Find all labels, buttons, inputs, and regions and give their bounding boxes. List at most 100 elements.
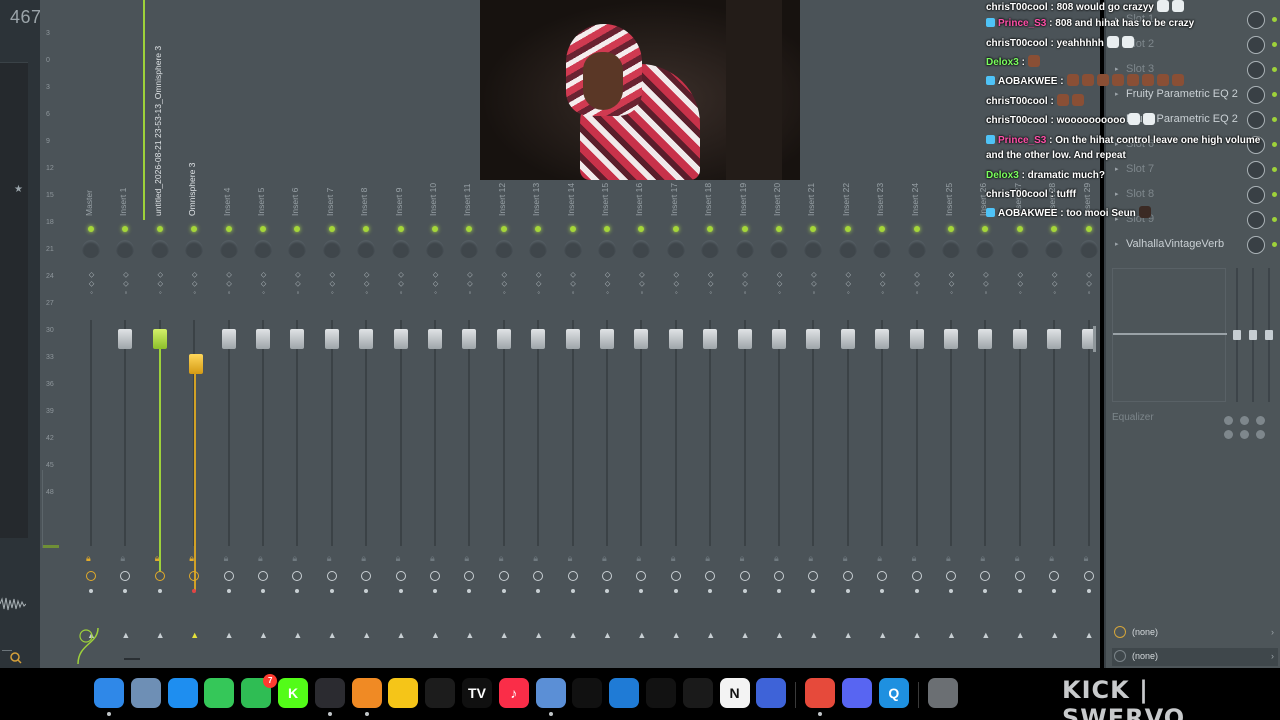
obs-icon[interactable] (314, 678, 345, 716)
pan-knob[interactable] (185, 240, 204, 258)
kick-icon[interactable]: K (278, 678, 308, 708)
stereo-separation-knob[interactable] (292, 571, 303, 581)
star-icon[interactable]: ★ (14, 184, 23, 195)
stereo-separation-knob[interactable] (120, 571, 131, 581)
lock-icon[interactable]: 🔒︎ (533, 553, 538, 564)
send-arrow-icon[interactable]: ▲ (328, 630, 337, 640)
mixer-track[interactable]: Insert 5 ⬦ ⬦ ◦ 🔒︎ ▲ (246, 0, 280, 668)
stereo-separation-knob[interactable] (154, 571, 165, 581)
stereo-icon[interactable]: ⬦ ⬦ ◦ (604, 270, 611, 302)
stereo-icon[interactable]: ⬦ ⬦ ◦ (1017, 270, 1024, 302)
track-enable-led[interactable] (156, 226, 163, 232)
pan-knob[interactable] (598, 240, 616, 258)
lock-icon[interactable]: 🔒︎ (671, 553, 676, 564)
stereo-icon[interactable]: ⬦ ⬦ ◦ (845, 270, 852, 302)
chat-username[interactable]: Delox3 (986, 57, 1019, 68)
pan-knob[interactable] (150, 240, 169, 258)
volume-fader[interactable] (359, 329, 374, 349)
vscode-icon[interactable] (609, 678, 640, 708)
stereo-icon[interactable]: ⬦ ⬦ ◦ (157, 270, 164, 302)
track-enable-led[interactable] (500, 226, 507, 232)
lock-icon[interactable]: 🔒︎ (361, 553, 366, 564)
lock-icon[interactable]: 🔒︎ (602, 553, 607, 564)
chat-username[interactable]: Delox3 (986, 170, 1019, 181)
pan-knob[interactable] (460, 240, 479, 258)
pan-knob[interactable] (804, 240, 823, 258)
chat-username[interactable]: chrisT00cool (986, 96, 1048, 107)
track-enable-led[interactable] (604, 226, 610, 232)
pan-knob[interactable] (735, 240, 754, 258)
stereo-icon[interactable]: ⬦ ⬦ ◦ (363, 270, 370, 302)
send-arrow-icon[interactable]: ▲ (913, 630, 922, 640)
mixer-track[interactable]: Insert 1 ⬦ ⬦ ◦ 🔒︎ ▲ (108, 0, 142, 668)
lock-icon[interactable]: 🔒︎ (705, 553, 710, 564)
volume-fader[interactable] (909, 329, 924, 349)
stereo-icon[interactable]: ⬦ ⬦ ◦ (570, 270, 577, 302)
finder-icon[interactable] (94, 678, 124, 716)
send-arrow-icon[interactable]: ▲ (706, 630, 715, 640)
track-enable-led[interactable] (879, 226, 886, 232)
track-enable-led[interactable] (397, 226, 404, 232)
pan-knob[interactable] (632, 240, 651, 258)
route-dot[interactable] (192, 589, 197, 593)
notes-icon[interactable] (388, 678, 419, 708)
route-dot[interactable] (501, 589, 506, 593)
stereo-separation-knob[interactable] (430, 571, 440, 581)
mixer-track[interactable]: Insert 10 ⬦ ⬦ ◦ 🔒︎ ▲ (418, 0, 452, 668)
stereo-icon[interactable]: ⬦ ⬦ ◦ (1051, 270, 1058, 302)
pan-knob[interactable] (529, 240, 548, 258)
stereo-separation-knob[interactable] (808, 571, 819, 581)
volume-fader[interactable] (668, 329, 683, 349)
lock-icon[interactable]: 🔒︎ (189, 553, 194, 564)
stereo-separation-knob[interactable] (258, 571, 268, 581)
mixer-track[interactable]: Insert 6 ⬦ ⬦ ◦ 🔒︎ ▲ (280, 0, 314, 668)
send-arrow-icon[interactable]: ▲ (878, 630, 887, 640)
send-arrow-icon[interactable]: ▲ (1050, 630, 1059, 640)
route-dot[interactable] (226, 589, 231, 593)
safari-icon[interactable] (167, 678, 198, 708)
lock-icon[interactable]: 🔒︎ (155, 553, 160, 564)
volume-fader[interactable] (565, 329, 580, 349)
pan-knob[interactable] (288, 240, 307, 258)
mixer-scrollbar[interactable] (1093, 326, 1096, 352)
stereo-separation-knob[interactable] (498, 571, 509, 581)
send-arrow-icon[interactable]: ▲ (1016, 630, 1025, 640)
route-dot[interactable] (742, 589, 747, 593)
lock-icon[interactable]: 🔒︎ (740, 553, 745, 564)
send-arrow-icon[interactable]: ▲ (981, 630, 990, 640)
box-icon[interactable] (756, 678, 787, 708)
track-enable-led[interactable] (707, 226, 714, 232)
lock-icon[interactable]: 🔒︎ (120, 553, 125, 564)
send-arrow-icon[interactable]: ▲ (362, 630, 371, 640)
mixer-track[interactable]: Insert 8 ⬦ ⬦ ◦ 🔒︎ ▲ (349, 0, 383, 668)
stereo-icon[interactable]: ⬦ ⬦ ◦ (294, 270, 301, 302)
track-enable-led[interactable] (569, 226, 576, 232)
files-icon[interactable] (130, 678, 161, 708)
route-output[interactable]: (none) › (1112, 648, 1278, 666)
mixer-track[interactable]: Omnisphere 3 ⬦ ⬦ ◦ 🔒︎ ▲ (177, 0, 211, 668)
send-arrow-icon[interactable]: ▲ (190, 630, 199, 640)
pan-knob[interactable] (254, 240, 272, 258)
mixer-track[interactable]: Insert 4 ⬦ ⬦ ◦ 🔒︎ ▲ (212, 0, 246, 668)
route-dot[interactable] (673, 589, 678, 593)
chat-username[interactable]: chrisT00cool (986, 189, 1048, 200)
pan-knob[interactable] (942, 240, 960, 258)
discord-icon[interactable] (842, 678, 872, 708)
lock-icon[interactable]: 🔒︎ (843, 553, 848, 564)
route-dot[interactable] (777, 589, 781, 593)
mixer-track[interactable]: Insert 22 ⬦ ⬦ ◦ 🔒︎ ▲ (831, 0, 865, 668)
lock-icon[interactable]: 🔒︎ (877, 553, 882, 564)
stereo-separation-knob[interactable] (189, 571, 200, 581)
route-dot[interactable] (811, 589, 816, 593)
stereo-icon[interactable]: ⬦ ⬦ ◦ (432, 270, 439, 302)
send-arrow-icon[interactable]: ▲ (741, 630, 750, 640)
route-dot[interactable] (949, 589, 953, 593)
lock-icon[interactable]: 🔒︎ (499, 553, 504, 564)
stereo-icon[interactable]: ⬦ ⬦ ◦ (88, 270, 95, 302)
volume-fader[interactable] (393, 329, 408, 349)
eq-faders[interactable] (1230, 268, 1276, 402)
volume-fader[interactable] (496, 329, 511, 349)
route-dot[interactable] (89, 589, 93, 593)
chat-username[interactable]: chrisT00cool (986, 115, 1048, 126)
route-dot[interactable] (123, 589, 128, 593)
